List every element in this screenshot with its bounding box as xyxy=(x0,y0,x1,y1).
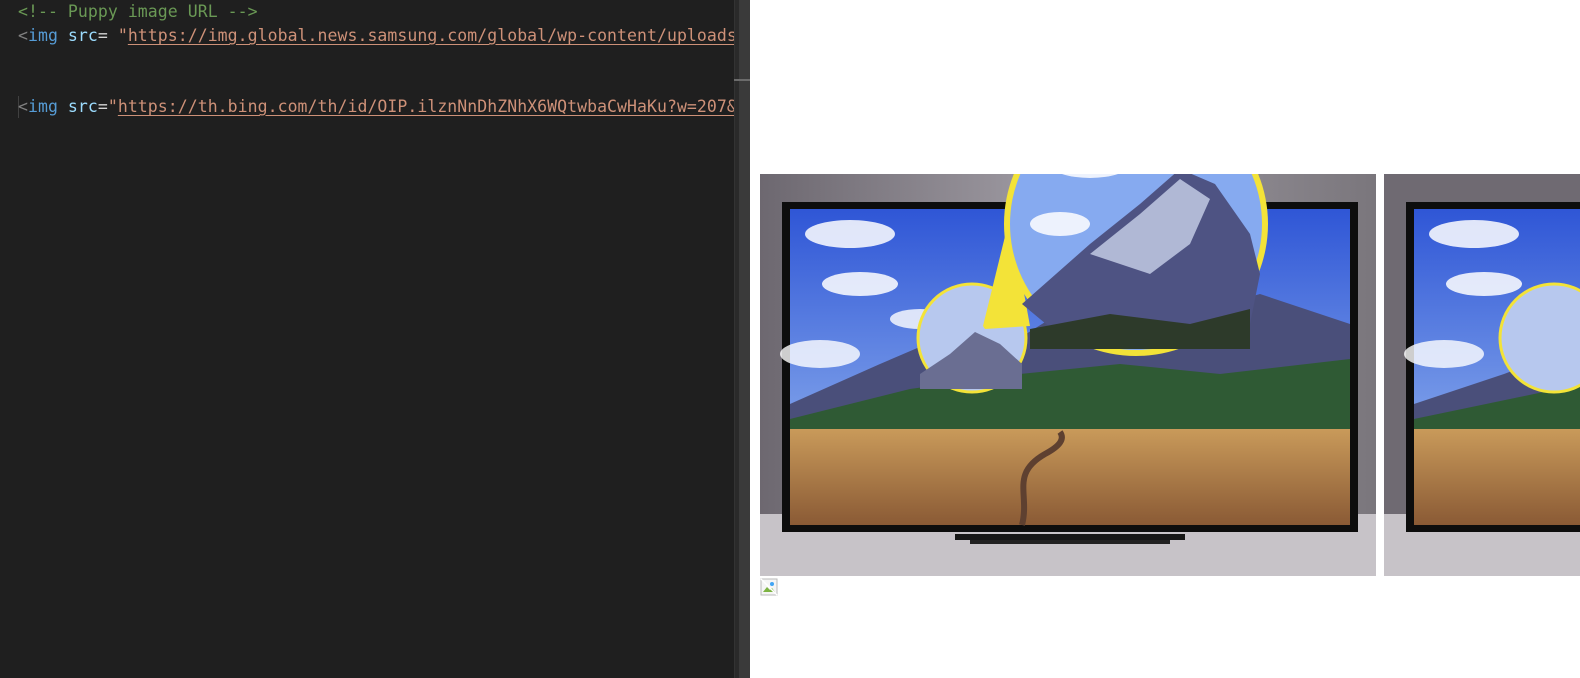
html-comment: <!-- Puppy image URL --> xyxy=(18,2,258,21)
code-editor[interactable]: <!-- Puppy image URL --> <img src= "http… xyxy=(0,0,734,678)
tag-open-bracket: < xyxy=(18,97,28,116)
attribute-name: src xyxy=(67,26,98,45)
scrollbar-thumb[interactable] xyxy=(739,0,750,678)
tag-name: img xyxy=(27,26,58,45)
url-link[interactable]: https://img.global.news.samsung.com/glob… xyxy=(128,26,734,45)
equals-sign: = xyxy=(97,97,108,116)
code-line-5[interactable]: <img src="https://th.bing.com/th/id/OIP.… xyxy=(18,95,734,119)
scroll-position-marker xyxy=(734,79,750,81)
tv-image[interactable] xyxy=(1384,174,1580,576)
tag-name: img xyxy=(27,97,58,116)
browser-preview-pane xyxy=(750,0,1580,678)
string-quote: " xyxy=(107,97,118,116)
broken-image-icon xyxy=(760,578,778,596)
tv-scene-graphic xyxy=(760,174,1376,576)
url-link[interactable]: https://th.bing.com/th/id/OIP.ilznNnDhZN… xyxy=(118,97,734,116)
code-line-2[interactable]: <img src= "https://img.global.news.samsu… xyxy=(18,24,734,48)
code-line-1[interactable]: <!-- Puppy image URL --> xyxy=(18,0,258,24)
attribute-name: src xyxy=(67,97,98,116)
tv-scene-graphic xyxy=(1384,174,1580,576)
tv-image[interactable] xyxy=(760,174,1376,576)
string-quote: " xyxy=(117,26,128,45)
tag-open-bracket: < xyxy=(18,26,28,45)
equals-sign: = xyxy=(97,26,118,45)
